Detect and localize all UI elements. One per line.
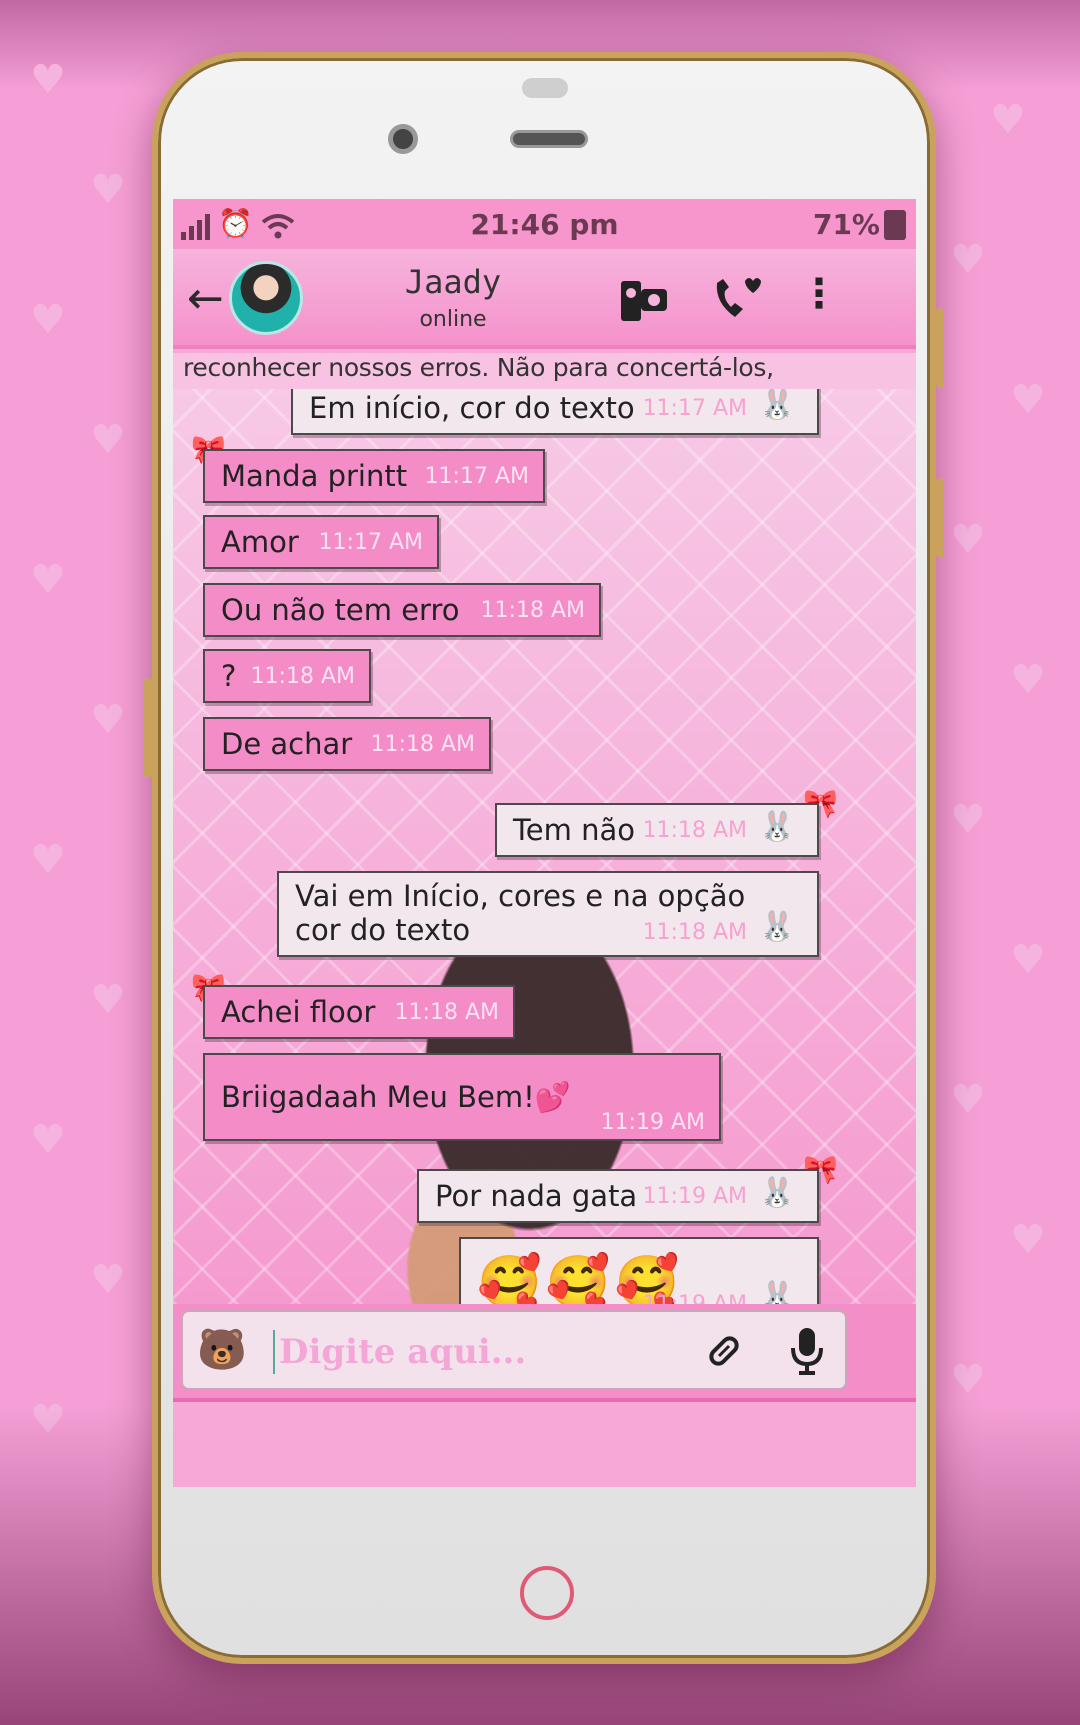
status-time: 21:46 pm (470, 208, 619, 241)
mic-icon[interactable] (787, 1326, 827, 1376)
message-time: 11:19 AM (600, 1110, 705, 1135)
message-bubble-incoming[interactable]: Achei floor 11:18 AM (203, 985, 515, 1039)
background-heart-icon: ♥ (950, 517, 986, 563)
message-text: ? (221, 659, 237, 693)
background-heart-icon: ♥ (90, 167, 126, 213)
contact-status: online (419, 307, 487, 332)
message-bubble-incoming[interactable]: Ou não tem erro 11:18 AM (203, 583, 601, 637)
background-heart-icon: ♥ (30, 837, 66, 883)
background-heart-icon: ♥ (950, 1357, 986, 1403)
status-bar: ⏰ 21:46 pm 71% (173, 199, 916, 249)
message-text-line: cor do texto (295, 913, 471, 947)
front-camera (388, 124, 418, 154)
background-heart-icon: ♥ (950, 237, 986, 283)
earpiece (510, 130, 588, 148)
message-bubble-incoming[interactable]: ? 11:18 AM (203, 649, 371, 703)
back-arrow-icon[interactable]: ← (187, 273, 224, 324)
background-heart-icon: ♥ (1010, 657, 1046, 703)
background-heart-icon: ♥ (90, 977, 126, 1023)
chat-area: Em início, cor do texto 11:17 AM 🐰 🎀 Man… (173, 389, 916, 1304)
message-bubble-incoming[interactable]: Manda printt 11:17 AM (203, 449, 545, 503)
message-time: 11:17 AM (642, 395, 747, 421)
bunny-sticker-icon: 🐰 (759, 909, 796, 943)
more-options-icon[interactable]: ⋮ (799, 271, 839, 317)
message-time: 11:19 AM (642, 1183, 747, 1209)
contact-name[interactable]: Jaady (383, 263, 523, 301)
message-bubble-outgoing[interactable]: 🥰🥰🥰 11:19 AM 🐰 (459, 1237, 819, 1304)
contact-avatar[interactable] (229, 261, 303, 335)
message-bubble-incoming[interactable]: De achar 11:18 AM (203, 717, 491, 771)
background-heart-icon: ♥ (30, 557, 66, 603)
background-heart-icon: ♥ (1010, 377, 1046, 423)
message-text: Ou não tem erro (221, 593, 460, 627)
background-heart-icon: ♥ (90, 1257, 126, 1303)
phone-side-button (936, 308, 944, 388)
bunny-sticker-icon: 🐰 (759, 809, 796, 843)
message-text: Amor (221, 525, 299, 559)
voice-call-icon[interactable] (709, 273, 761, 325)
phone-screen: ⏰ 21:46 pm 71% ← Jaady online ⋮ reconhec… (173, 199, 916, 1487)
phone-top-speaker (522, 78, 568, 98)
bunny-sticker-icon: 🐰 (759, 1279, 796, 1304)
video-call-icon[interactable] (619, 275, 669, 325)
message-text: De achar (221, 727, 353, 761)
bunny-sticker-icon: 🐰 (759, 389, 796, 421)
message-bubble-outgoing[interactable]: Por nada gata 11:19 AM 🐰 (417, 1169, 819, 1223)
message-input[interactable] (273, 1330, 673, 1374)
bunny-sticker-icon: 🐰 (759, 1175, 796, 1209)
message-time: 11:18 AM (480, 597, 585, 623)
battery-percent: 71% (812, 208, 880, 241)
phone-side-button (144, 678, 152, 778)
message-text: Por nada gata (435, 1179, 638, 1213)
message-time: 11:18 AM (394, 999, 499, 1025)
message-time: 11:18 AM (370, 731, 475, 757)
message-text: Em início, cor do texto (309, 391, 635, 425)
background-heart-icon: ♥ (30, 1117, 66, 1163)
message-text: Manda printt (221, 459, 408, 493)
phone-side-button (936, 478, 944, 558)
background-heart-icon: ♥ (90, 697, 126, 743)
message-time: 11:18 AM (642, 817, 747, 843)
message-text: Briigadaah Meu Bem!💕 (221, 1079, 571, 1114)
message-text: Tem não (513, 813, 635, 847)
message-bubble-incoming[interactable]: Briigadaah Meu Bem!💕 11:19 AM (203, 1053, 721, 1141)
message-time: 11:19 AM (643, 1292, 747, 1304)
input-box: 🐻 (181, 1310, 847, 1390)
message-bubble-outgoing[interactable]: Em início, cor do texto 11:17 AM 🐰 (291, 389, 819, 435)
chat-header: ← Jaady online ⋮ (173, 249, 916, 349)
message-bubble-incoming[interactable]: Amor 11:17 AM (203, 515, 439, 569)
message-text-line: Vai em Início, cores e na opção (295, 879, 746, 913)
background-heart-icon: ♥ (1010, 1217, 1046, 1263)
background-heart-icon: ♥ (90, 417, 126, 463)
message-time: 11:17 AM (318, 529, 423, 555)
message-time: 11:18 AM (642, 920, 747, 945)
background-heart-icon: ♥ (30, 57, 66, 103)
message-time: 11:17 AM (424, 463, 529, 489)
battery-indicator: 71% (813, 208, 906, 241)
message-bubble-outgoing[interactable]: Vai em Início, cores e na opção cor do t… (277, 871, 819, 957)
background-heart-icon: ♥ (1010, 937, 1046, 983)
attach-icon[interactable] (701, 1328, 747, 1374)
message-time: 11:18 AM (250, 663, 355, 689)
pinned-banner: reconhecer nossos erros. Não para concer… (173, 353, 916, 389)
message-text: Achei floor (221, 995, 376, 1029)
background-heart-icon: ♥ (990, 97, 1026, 143)
background-heart-icon: ♥ (950, 797, 986, 843)
battery-icon (884, 209, 906, 240)
emoji-icon[interactable]: 🐻 (197, 1326, 247, 1373)
message-bubble-outgoing[interactable]: Tem não 11:18 AM 🐰 (495, 803, 819, 857)
message-composer: 🐻 (173, 1304, 916, 1402)
home-button[interactable] (520, 1566, 574, 1620)
background-heart-icon: ♥ (30, 297, 66, 343)
phone-frame: ⏰ 21:46 pm 71% ← Jaady online ⋮ reconhec… (144, 52, 944, 1664)
background-heart-icon: ♥ (950, 1077, 986, 1123)
